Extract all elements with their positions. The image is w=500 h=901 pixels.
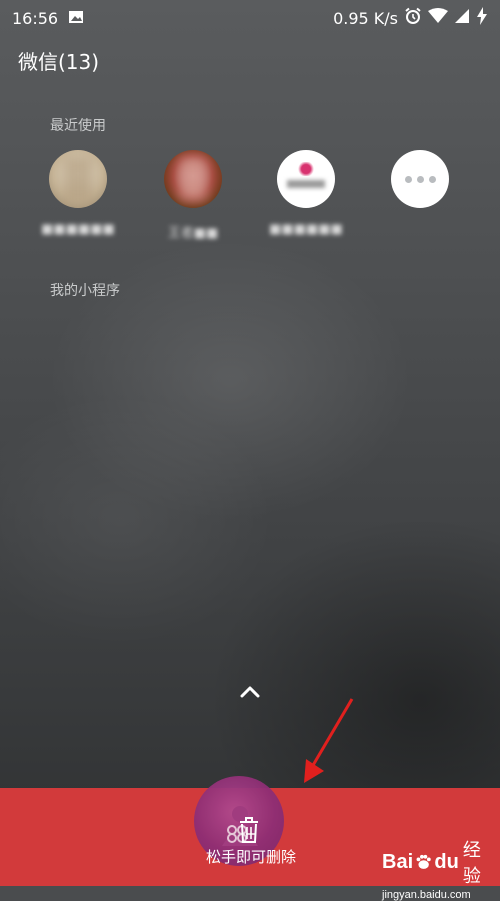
mini-program-avatar-icon[interactable] [164,150,222,208]
annotation-arrow-icon [304,698,354,783]
recent-item-1[interactable]: ■■■■■■ [38,150,118,237]
signal-icon [454,8,470,28]
watermark-brand2: du [434,850,459,873]
mini-program-avatar-icon[interactable] [49,150,107,208]
chevron-up-icon[interactable] [238,682,262,700]
mini-program-avatar-icon[interactable] [277,150,335,208]
trash-icon [240,817,258,843]
watermark-url: jingyan.baidu.com [382,889,471,901]
recent-item-name: ■■■■■■ [41,222,115,237]
more-icon[interactable] [391,150,449,208]
watermark-brand: Bai [382,850,414,873]
more-button[interactable] [380,150,460,208]
status-time: 16:56 [12,8,59,28]
recent-item-2[interactable]: 王者■■ [153,150,233,241]
baidu-jingyan-watermark: Bai du 经验 jingyan.baidu.com [382,836,494,901]
recent-section-label: 最近使用 [50,118,106,134]
status-bar: 16:56 0.95 K/s [0,0,500,36]
image-icon [68,9,84,28]
recent-item-name: 王者■■ [167,226,219,241]
recent-item-3[interactable]: ■■■■■■ [266,150,346,237]
recent-item-name: ■■■■■■ [269,222,343,237]
watermark-brand-cn: 经验 [462,840,481,887]
delete-hint-label: 松手即可删除 [206,848,297,866]
wifi-icon [428,8,448,28]
my-mini-programs-label: 我的小程序 [50,283,120,299]
paw-icon [416,854,431,869]
recent-mini-programs-row: ■■■■■■ 王者■■ ■■■■■■ [0,150,500,250]
app-title: 微信(13) [18,50,100,74]
charging-icon [476,7,488,29]
alarm-icon [404,7,422,29]
network-speed: 0.95 K/s [333,8,398,28]
